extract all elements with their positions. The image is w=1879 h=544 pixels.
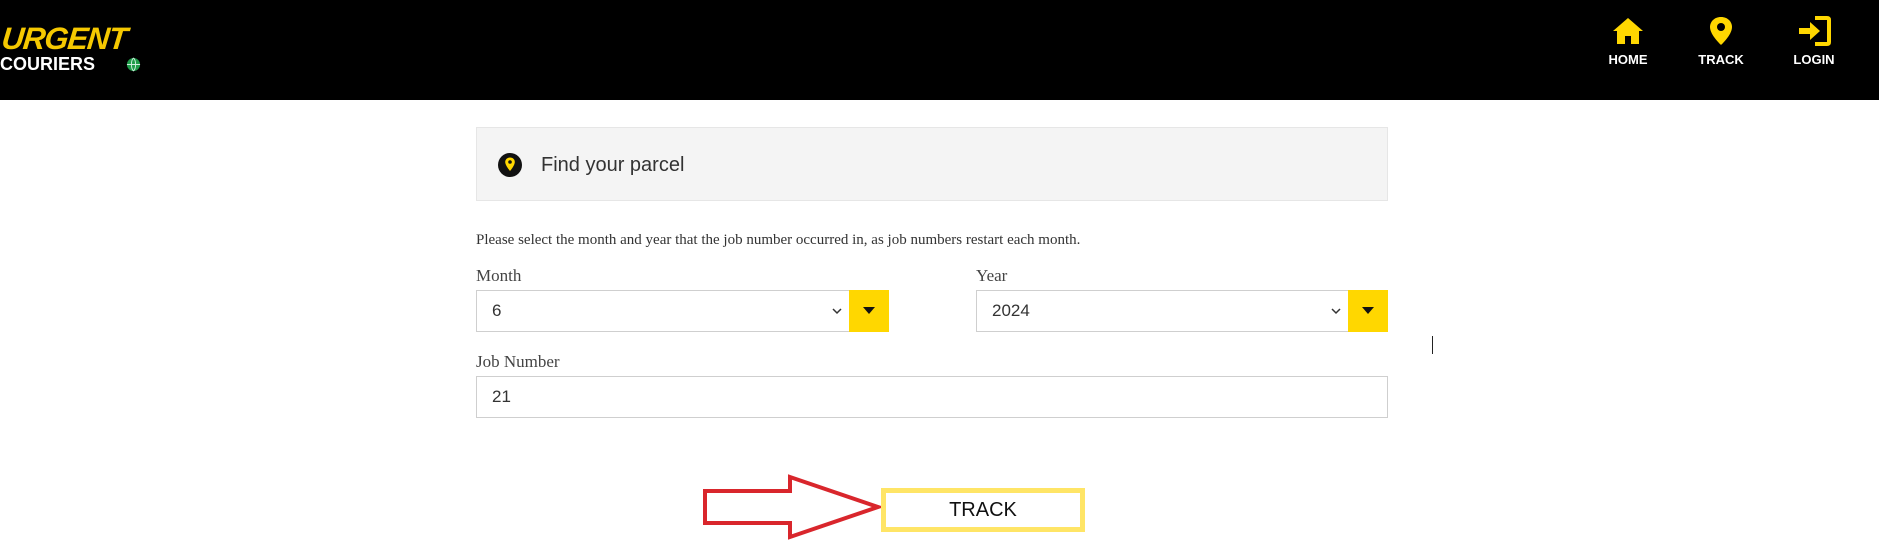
instruction-text: Please select the month and year that th… — [476, 232, 1081, 248]
chevron-down-icon — [1331, 308, 1341, 315]
map-pin-icon — [1710, 17, 1732, 45]
home-icon — [1613, 18, 1643, 44]
nav-track-label: TRACK — [1698, 52, 1744, 67]
map-pin-icon — [498, 153, 522, 177]
nav-home[interactable]: HOME — [1593, 16, 1663, 76]
month-label: Month — [476, 266, 522, 285]
site-header: URGENT COURIERS HOME TRACK LOGIN — [0, 0, 1879, 100]
red-arrow-annotation — [703, 474, 882, 540]
brand-logo[interactable]: URGENT COURIERS — [0, 21, 150, 82]
text-cursor — [1432, 336, 1433, 354]
nav-track[interactable]: TRACK — [1686, 16, 1756, 76]
nav-home-label: HOME — [1608, 52, 1648, 67]
nav-login[interactable]: LOGIN — [1779, 16, 1849, 76]
year-value: 2024 — [992, 301, 1030, 320]
nav-login-label: LOGIN — [1793, 52, 1835, 67]
find-parcel-panel: Find your parcel — [476, 127, 1388, 201]
chevron-down-icon — [832, 308, 842, 315]
year-select[interactable]: 2024 — [976, 290, 1388, 332]
login-icon — [1799, 16, 1831, 46]
job-number-label: Job Number — [476, 352, 560, 371]
brand-name-line2: COURIERS — [0, 54, 96, 74]
year-label: Year — [976, 266, 1008, 285]
year-dropdown-button[interactable] — [1348, 290, 1388, 332]
globe-icon — [126, 57, 141, 72]
panel-title: Find your parcel — [541, 154, 685, 176]
month-select[interactable]: 6 — [476, 290, 889, 332]
track-button[interactable]: TRACK — [881, 488, 1085, 532]
month-dropdown-button[interactable] — [849, 290, 889, 332]
month-value: 6 — [492, 301, 502, 320]
job-number-value: 21 — [492, 387, 511, 406]
brand-name-line1: URGENT — [0, 21, 129, 56]
job-number-input[interactable]: 21 — [476, 376, 1388, 418]
caret-down-icon — [1362, 307, 1374, 314]
caret-down-icon — [863, 307, 875, 314]
